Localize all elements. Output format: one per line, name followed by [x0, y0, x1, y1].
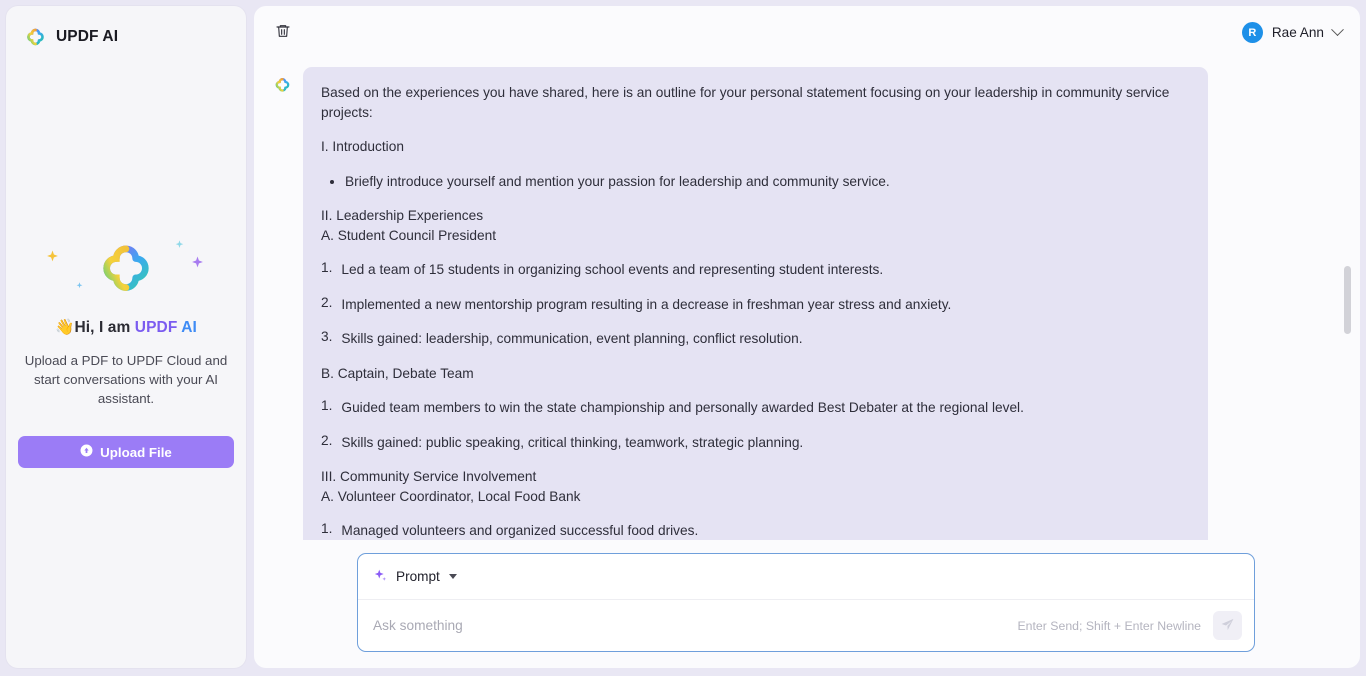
delete-conversation-button[interactable] — [268, 18, 298, 48]
list-item: 1. Managed volunteers and organized succ… — [321, 521, 1186, 540]
list-item: Briefly introduce yourself and mention y… — [345, 172, 1186, 192]
caret-down-icon — [448, 574, 457, 579]
trash-icon — [275, 23, 291, 42]
top-bar: R Rae Ann — [254, 6, 1360, 59]
item-text: Guided team members to win the state cha… — [341, 400, 1024, 415]
prompt-label: Prompt — [396, 569, 440, 584]
chat-scrollbar[interactable] — [1344, 66, 1351, 532]
assistant-message-bubble: Based on the experiences you have shared… — [303, 67, 1208, 540]
sparkle-blue-dot-icon — [76, 276, 83, 294]
list-item: 2. Implemented a new mentorship program … — [321, 295, 1186, 315]
composer: Prompt Enter Send; Shift + Enter Newline — [357, 553, 1255, 652]
chat-scroll-region[interactable]: Based on the experiences you have shared… — [254, 59, 1360, 540]
clover-logo-large-icon — [97, 238, 155, 301]
sparkle-purple-icon — [191, 256, 204, 274]
item-number: 2. — [321, 432, 333, 448]
sidebar: UPDF AI 👋Hi, I am UPDF AI Upload a PDF t… — [6, 6, 246, 668]
composer-input-row: Enter Send; Shift + Enter Newline — [358, 600, 1254, 651]
sparkle-cyan-icon — [175, 236, 184, 254]
prompt-dropdown-button[interactable]: Prompt — [373, 568, 457, 586]
item-number: 1. — [321, 521, 333, 536]
list-item: 1. Led a team of 15 students in organizi… — [321, 260, 1186, 280]
hero-illustration — [36, 234, 216, 306]
user-name-label: Rae Ann — [1271, 25, 1324, 40]
list-item: 3. Skills gained: leadership, communicat… — [321, 329, 1186, 349]
chevron-down-icon — [1331, 23, 1344, 37]
user-menu[interactable]: R Rae Ann — [1241, 22, 1344, 43]
greeting-text: 👋Hi, I am UPDF AI — [6, 318, 246, 337]
item-number: 1. — [321, 260, 333, 275]
sparkle-yellow-icon — [46, 250, 59, 268]
list-item: 1. Guided team members to win the state … — [321, 398, 1186, 418]
main-panel: R Rae Ann Based on the experiences you h… — [254, 6, 1360, 668]
item-text: Implemented a new mentorship program res… — [341, 296, 952, 312]
clover-logo-icon — [25, 26, 46, 47]
send-hint-label: Enter Send; Shift + Enter Newline — [1017, 618, 1201, 633]
brand: UPDF AI — [6, 6, 246, 47]
sidebar-description: Upload a PDF to UPDF Cloud and start con… — [24, 353, 228, 406]
ask-input[interactable] — [373, 618, 1018, 633]
section-1-heading: I. Introduction — [321, 139, 404, 154]
item-text: Skills gained: public speaking, critical… — [341, 434, 804, 450]
upload-file-button[interactable]: Upload File — [18, 436, 234, 468]
send-button[interactable] — [1213, 611, 1242, 640]
section-4-heading: III. Community Service Involvement A. Vo… — [321, 469, 581, 504]
avatar: R — [1241, 22, 1263, 43]
upload-circle-icon — [80, 444, 93, 460]
item-number: 1. — [321, 398, 333, 413]
chat-scrollbar-thumb[interactable] — [1344, 266, 1351, 334]
upload-file-label: Upload File — [100, 444, 172, 460]
item-number: 3. — [321, 329, 333, 344]
clover-avatar-icon — [274, 76, 291, 540]
sparkle-icon — [373, 568, 388, 586]
greeting-brand-updf: UPDF — [134, 319, 178, 336]
item-number: 2. — [321, 294, 333, 310]
section-3-heading: B. Captain, Debate Team — [321, 365, 474, 381]
greeting-emoji: 👋 — [55, 319, 75, 336]
sidebar-empty-state: 👋Hi, I am UPDF AI Upload a PDF to UPDF C… — [6, 234, 246, 468]
send-plane-icon — [1220, 617, 1235, 635]
message-intro: Based on the experiences you have shared… — [321, 85, 1170, 120]
greeting-brand-ai: AI — [181, 319, 197, 336]
greeting-prefix: Hi, I am — [74, 319, 135, 336]
section-1-bullets: Briefly introduce yourself and mention y… — [321, 172, 1186, 192]
item-text: Led a team of 15 students in organizing … — [341, 262, 884, 277]
item-text: Managed volunteers and organized success… — [341, 523, 699, 538]
brand-label: UPDF AI — [56, 27, 119, 45]
item-text: Skills gained: leadership, communication… — [341, 331, 803, 346]
composer-toolbar: Prompt — [358, 554, 1254, 600]
section-2-heading: II. Leadership Experiences A. Student Co… — [321, 208, 496, 243]
list-item: 2. Skills gained: public speaking, criti… — [321, 433, 1186, 453]
app-window: UPDF AI 👋Hi, I am UPDF AI Upload a PDF t… — [0, 0, 1366, 676]
assistant-message-row: Based on the experiences you have shared… — [254, 59, 1360, 540]
